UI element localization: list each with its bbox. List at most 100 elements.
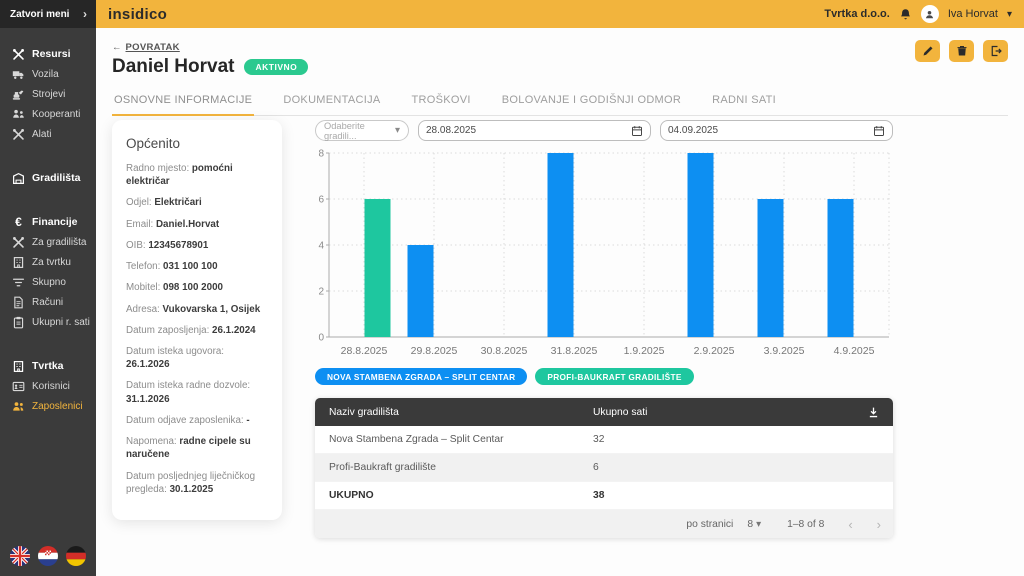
sidebar-item-label: Vozila xyxy=(32,69,59,80)
sidebar: Zatvori meni › Resursi Vozila Strojevi Koop… xyxy=(0,0,96,576)
sidebar-item-alati[interactable]: Alati xyxy=(0,124,96,144)
topbar: insidico Tvrtka d.o.o. Iva Horvat ▾ xyxy=(96,0,1024,28)
sidebar-item-zaposlenici[interactable]: Zaposlenici xyxy=(0,396,96,416)
tab-radni-sati[interactable]: RADNI SATI xyxy=(710,88,778,116)
info-field: Email: Daniel.Horvat xyxy=(126,218,268,231)
legend-chip[interactable]: NOVA STAMBENA ZGRADA – SPLIT CENTAR xyxy=(315,368,527,385)
calendar-icon xyxy=(873,125,885,137)
sidebar-item-strojevi[interactable]: Strojevi xyxy=(0,84,96,104)
chart-legend: NOVA STAMBENA ZGRADA – SPLIT CENTAR PROFI… xyxy=(315,368,893,385)
notifications-bell-icon[interactable] xyxy=(899,8,912,21)
sidebar-item-korisnici[interactable]: Korisnici xyxy=(0,376,96,396)
site-filter-select[interactable]: Odaberite gradili... ▾ xyxy=(315,120,409,141)
sidebar-item-label: Ukupni r. sati xyxy=(32,317,90,328)
topbar-right: Tvrtka d.o.o. Iva Horvat ▾ xyxy=(824,5,1012,23)
download-icon[interactable] xyxy=(867,406,880,419)
sidebar-item-label: Zaposlenici xyxy=(32,401,83,412)
tools-icon xyxy=(12,236,25,249)
sidebar-item-ukupni-r-sati[interactable]: Ukupni r. sati xyxy=(0,312,96,332)
table-row: Nova Stambena Zgrada – Split Centar32 xyxy=(315,426,893,454)
sidebar-item-tvrtka[interactable]: Tvrtka xyxy=(0,356,96,376)
info-field: Adresa: Vukovarska 1, Osijek xyxy=(126,303,268,316)
cell-hours: 38 xyxy=(593,490,893,501)
info-field: Mobitel: 098 100 2000 xyxy=(126,281,268,294)
chart-filters: Odaberite gradili... ▾ 28.08.2025 04.09.… xyxy=(315,120,893,141)
tab-dokumentacija[interactable]: DOKUMENTACIJA xyxy=(281,88,382,116)
table-header: Naziv gradilišta Ukupno sati xyxy=(315,398,893,426)
sidebar-item-financije[interactable]: €Financije xyxy=(0,212,96,232)
calendar-icon xyxy=(631,125,643,137)
svg-text:0: 0 xyxy=(318,333,324,344)
sidebar-item-vozila[interactable]: Vozila xyxy=(0,64,96,84)
date-to-input[interactable]: 04.09.2025 xyxy=(660,120,893,141)
person-icon xyxy=(924,9,935,20)
nav-group: €FinancijeZa gradilištaZa tvrtku Skupno Ra… xyxy=(0,212,96,332)
trash-icon xyxy=(956,45,968,57)
caret-down-icon: ▾ xyxy=(395,125,400,136)
users-icon xyxy=(12,400,25,413)
tab-troškovi[interactable]: TROŠKOVI xyxy=(410,88,473,116)
chevron-right-icon: › xyxy=(83,7,87,21)
cell-hours: 6 xyxy=(593,462,893,473)
cell-hours: 32 xyxy=(593,434,893,445)
prev-page-button[interactable]: ‹ xyxy=(848,517,852,532)
svg-text:29.8.2025: 29.8.2025 xyxy=(411,345,458,357)
language-switcher xyxy=(10,546,86,566)
date-from-input[interactable]: 28.08.2025 xyxy=(418,120,651,141)
sidebar-item-skupno[interactable]: Skupno xyxy=(0,272,96,292)
edit-button[interactable] xyxy=(915,40,940,62)
document-icon xyxy=(12,296,25,309)
sidebar-item-label: Kooperanti xyxy=(32,109,80,120)
per-page-select[interactable]: 8▾ xyxy=(747,519,761,530)
main-content: ← POVRATAK Daniel Horvat AKTIVNO OSNOVNE… xyxy=(96,28,1024,576)
cell-site-name: Nova Stambena Zgrada – Split Centar xyxy=(315,434,593,445)
chevron-down-icon[interactable]: ▾ xyxy=(1007,9,1012,20)
pencil-icon xyxy=(922,45,934,57)
sidebar-item-za-gradili-ta[interactable]: Za gradilišta xyxy=(0,232,96,252)
site-icon xyxy=(12,172,25,185)
svg-text:31.8.2025: 31.8.2025 xyxy=(551,345,598,357)
tab-osnovne-informacije[interactable]: OSNOVNE INFORMACIJE xyxy=(112,88,254,116)
tab-bolovanje-i-godišnji-odmor[interactable]: BOLOVANJE I GODIŠNJI ODMOR xyxy=(500,88,683,116)
app-logo[interactable]: insidico xyxy=(108,6,167,23)
delete-button[interactable] xyxy=(949,40,974,62)
sidebar-item-label: Resursi xyxy=(32,48,71,60)
back-label: POVRATAK xyxy=(126,42,180,53)
user-avatar[interactable] xyxy=(921,5,939,23)
svg-text:28.8.2025: 28.8.2025 xyxy=(341,345,388,357)
tools-icon xyxy=(12,128,25,141)
legend-chip[interactable]: PROFI-BAUKRAFT GRADILIŠTE xyxy=(535,368,693,385)
sidebar-collapse-button[interactable]: Zatvori meni › xyxy=(0,0,96,28)
croatia-flag-icon[interactable] xyxy=(38,546,58,566)
date-from-value: 28.08.2025 xyxy=(426,125,476,136)
sidebar-item-label: Financije xyxy=(32,216,78,228)
signout-employee-button[interactable] xyxy=(983,40,1008,62)
germany-flag-icon[interactable] xyxy=(66,546,86,566)
pagination-range: 1–8 of 8 xyxy=(787,519,824,530)
sidebar-item-ra-uni[interactable]: Računi xyxy=(0,292,96,312)
cell-site-name: UKUPNO xyxy=(315,490,593,501)
card-fields: Radno mjesto: pomoćni električarOdjel: E… xyxy=(126,162,268,496)
info-field: Datum posljednjeg liječničkog pregleda: … xyxy=(126,470,268,496)
cooperants-icon xyxy=(12,108,25,121)
svg-text:4.9.2025: 4.9.2025 xyxy=(834,345,875,357)
sidebar-item-label: Alati xyxy=(32,129,51,140)
info-field: Odjel: Električari xyxy=(126,196,268,209)
sidebar-item-gradili-ta[interactable]: Gradilišta xyxy=(0,168,96,188)
sidebar-item-kooperanti[interactable]: Kooperanti xyxy=(0,104,96,124)
filter-icon xyxy=(12,276,25,289)
sidebar-item-label: Strojevi xyxy=(32,89,65,100)
building-icon xyxy=(12,360,25,373)
back-link[interactable]: ← POVRATAK xyxy=(112,42,180,53)
per-page-label: po stranici xyxy=(686,519,733,530)
sidebar-item-label: Skupno xyxy=(32,277,66,288)
next-page-button[interactable]: › xyxy=(877,517,881,532)
back-arrow-icon: ← xyxy=(112,42,122,53)
sidebar-item-resursi[interactable]: Resursi xyxy=(0,44,96,64)
sidebar-item-label: Tvrtka xyxy=(32,360,64,372)
uk-flag-icon[interactable] xyxy=(10,546,30,566)
sidebar-item-za-tvrtku[interactable]: Za tvrtku xyxy=(0,252,96,272)
user-menu[interactable]: Iva Horvat xyxy=(948,8,998,20)
column-header-hours: Ukupno sati xyxy=(593,407,867,418)
nav-group: Tvrtka Korisnici Zaposlenici xyxy=(0,356,96,416)
